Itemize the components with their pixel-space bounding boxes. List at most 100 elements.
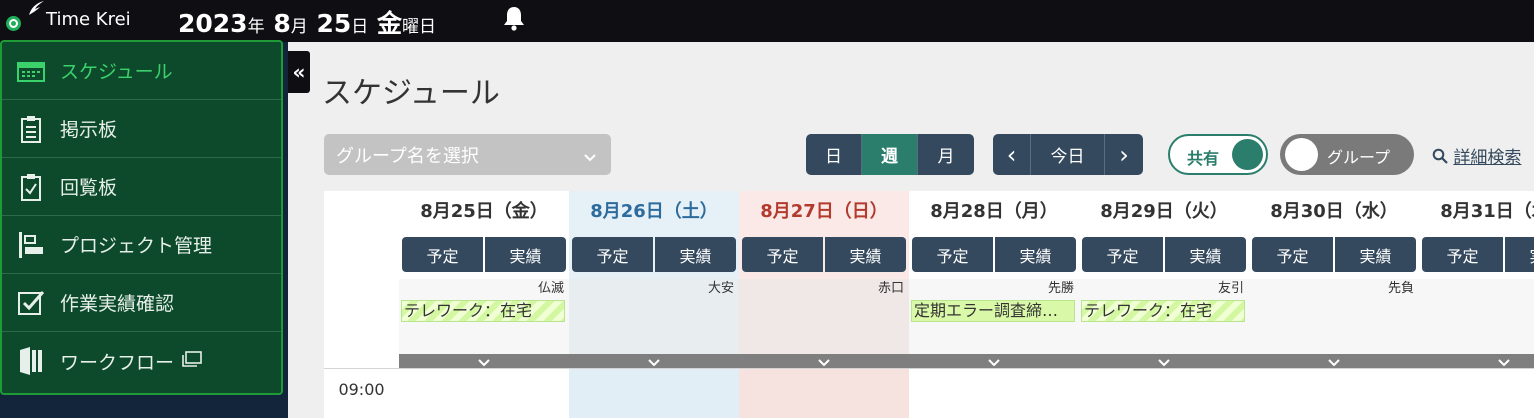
expand-row-button[interactable]: [1419, 354, 1534, 368]
date-navigation: ‹ 今日 ›: [993, 134, 1143, 175]
group-toggle-label: グループ: [1327, 148, 1391, 167]
day-header[interactable]: 8月28日（月）: [909, 191, 1079, 233]
actual-button[interactable]: 実績: [1505, 237, 1534, 272]
rokuyo-label: 先負: [1387, 281, 1414, 296]
rokuyo-label: 先勝: [1047, 281, 1074, 296]
plan-actual-toggle: 予定実績: [912, 237, 1076, 272]
share-toggle-label: 共有: [1187, 149, 1220, 168]
week-calendar: 09:00 8月25日（金） 予定 実績 仏滅 テレワーク：在宅 8月26日（土） 予定 実績…: [324, 191, 1534, 418]
sidebar-item-label: プロジェクト管理: [60, 235, 213, 257]
all-day-event[interactable]: 定期エラー調査締…: [911, 300, 1075, 322]
plan-actual-toggle: 予定実績: [1422, 237, 1534, 272]
prev-button[interactable]: ‹: [993, 134, 1031, 175]
actual-button[interactable]: 実績: [655, 237, 736, 272]
plan-button[interactable]: 予定: [402, 237, 483, 272]
month-suffix: 月: [290, 17, 308, 37]
plan-button[interactable]: 予定: [742, 237, 823, 272]
external-window-icon: [182, 350, 202, 372]
time-slot[interactable]: [399, 369, 569, 418]
plan-button[interactable]: 予定: [1082, 237, 1163, 272]
time-slot[interactable]: [569, 369, 739, 418]
search-icon: [1432, 148, 1453, 168]
time-slot[interactable]: [1249, 369, 1419, 418]
weekday: 金: [376, 9, 402, 38]
day-header[interactable]: 8月30日（水）: [1249, 191, 1419, 233]
plan-button[interactable]: 予定: [1422, 237, 1503, 272]
all-day-event[interactable]: テレワーク：在宅: [1081, 300, 1245, 322]
expand-row-button[interactable]: [1249, 354, 1419, 368]
logo-circle-icon[interactable]: [4, 14, 23, 33]
detail-search-link[interactable]: 詳細検索: [1432, 143, 1521, 168]
actual-button[interactable]: 実績: [485, 237, 566, 272]
day: 25: [316, 9, 352, 38]
bell-icon[interactable]: [503, 5, 525, 35]
next-button[interactable]: ›: [1105, 134, 1143, 175]
day-header[interactable]: 8月26日（土）: [569, 191, 739, 233]
plan-actual-toggle: 予定実績: [402, 237, 566, 272]
day-header[interactable]: 8月31日（木）: [1419, 191, 1534, 233]
day-column: 8月26日（土） 予定 実績大安: [569, 191, 739, 418]
tab-day[interactable]: 日: [806, 134, 862, 175]
day-column: 8月27日（日） 予定 実績赤口: [739, 191, 909, 418]
actual-button[interactable]: 実績: [1165, 237, 1246, 272]
expand-row-button[interactable]: [399, 354, 569, 368]
day-column: 8月25日（金） 予定 実績仏滅テレワーク：在宅: [399, 191, 569, 418]
sidebar-item-label: 掲示板: [60, 119, 118, 141]
share-toggle[interactable]: 共有: [1168, 134, 1268, 175]
day-column: 8月30日（水） 予定 実績先負: [1249, 191, 1419, 418]
actual-button[interactable]: 実績: [825, 237, 906, 272]
chevron-down-icon: [583, 147, 597, 168]
plan-actual-toggle: 予定実績: [572, 237, 736, 272]
day-header[interactable]: 8月29日（火）: [1079, 191, 1249, 233]
sidebar-item-workflow[interactable]: ワークフロー: [2, 332, 281, 390]
actual-button[interactable]: 実績: [995, 237, 1076, 272]
hour-divider: [324, 368, 1534, 369]
current-date: 2023年 8月 25日 金曜日: [178, 4, 436, 40]
weekday-suffix: 曜日: [401, 17, 436, 37]
day-header[interactable]: 8月27日（日）: [739, 191, 909, 233]
sidebar-item-bulletin-board[interactable]: 掲示板: [2, 100, 281, 158]
sidebar-collapse-button[interactable]: «: [288, 51, 310, 93]
month: 8: [273, 9, 291, 38]
group-select-placeholder: グループ名を選択: [336, 145, 479, 167]
actual-button[interactable]: 実績: [1335, 237, 1416, 272]
plan-button[interactable]: 予定: [912, 237, 993, 272]
tab-week[interactable]: 週: [862, 134, 918, 175]
time-slot[interactable]: [1079, 369, 1249, 418]
expand-row-button[interactable]: [739, 354, 909, 368]
plan-button[interactable]: 予定: [572, 237, 653, 272]
page-title: スケジュール: [322, 76, 500, 111]
group-toggle[interactable]: グループ: [1280, 134, 1414, 175]
sidebar-menu: スケジュール 掲示板 回覧板 プロジェクト管理 作業実績確認 ワークフロー: [0, 40, 283, 395]
all-day-area[interactable]: [1419, 279, 1534, 354]
rokuyo-label: 赤口: [877, 281, 904, 296]
expand-row-button[interactable]: [1079, 354, 1249, 368]
sidebar-item-schedule[interactable]: スケジュール: [2, 42, 281, 100]
toggle-knob: [1285, 138, 1318, 171]
plan-actual-toggle: 予定実績: [742, 237, 906, 272]
sidebar-item-label: ワークフロー: [60, 351, 175, 374]
tab-month[interactable]: 月: [918, 134, 974, 175]
plan-button[interactable]: 予定: [1252, 237, 1333, 272]
sidebar-item-circular[interactable]: 回覧板: [2, 158, 281, 216]
day-column: 8月28日（月） 予定 実績先勝定期エラー調査締…: [909, 191, 1079, 418]
all-day-event[interactable]: テレワーク：在宅: [401, 300, 565, 322]
top-bar: Time Krei 2023年 8月 25日 金曜日: [0, 0, 1534, 42]
day-header[interactable]: 8月25日（金）: [399, 191, 569, 233]
time-slot[interactable]: [909, 369, 1079, 418]
rokuyo-label: 大安: [707, 281, 734, 296]
expand-row-button[interactable]: [569, 354, 739, 368]
expand-row-button[interactable]: [909, 354, 1079, 368]
logo-wing-icon: [27, 0, 45, 20]
group-select[interactable]: グループ名を選択: [324, 134, 611, 175]
clipboard-check-icon: [16, 172, 46, 202]
today-button[interactable]: 今日: [1031, 134, 1105, 175]
detail-search-label: 詳細検索: [1453, 148, 1522, 168]
day-suffix: 日: [351, 17, 369, 37]
rokuyo-label: 仏滅: [537, 281, 564, 296]
sidebar-item-label: 回覧板: [60, 177, 118, 199]
sidebar-item-project-management[interactable]: プロジェクト管理: [2, 216, 281, 274]
sidebar-item-work-results[interactable]: 作業実績確認: [2, 274, 281, 332]
time-slot[interactable]: [739, 369, 909, 418]
time-slot[interactable]: [1419, 369, 1534, 418]
